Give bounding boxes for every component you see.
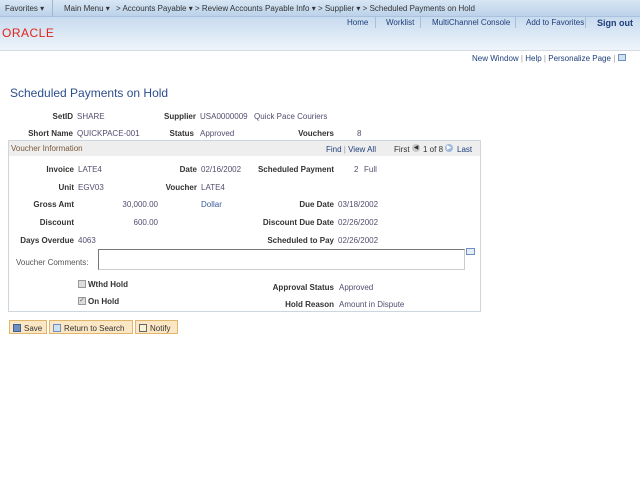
sign-out-link[interactable]: Sign out xyxy=(597,18,633,28)
supplier-label: Supplier xyxy=(163,112,196,121)
unit-label: Unit xyxy=(58,183,74,192)
setid-label: SetID xyxy=(52,112,73,121)
help-link[interactable]: Help xyxy=(525,54,541,63)
scheduled-to-pay-value: 02/26/2002 xyxy=(338,236,379,245)
divider xyxy=(52,0,53,17)
find-link[interactable]: Find xyxy=(326,145,342,154)
favorites-menu[interactable]: Favorites ▾ xyxy=(5,4,44,13)
setid-value: SHARE xyxy=(77,112,105,121)
first-link[interactable]: First xyxy=(394,145,410,154)
supplier-name: Quick Pace Couriers xyxy=(254,112,328,121)
status-label: Status xyxy=(169,129,194,138)
on-hold-checkbox[interactable]: ✓ xyxy=(78,297,86,305)
currency-value: Dollar xyxy=(201,200,222,209)
grid-nav: Find | View All xyxy=(326,145,376,154)
menu-bar: Favorites ▾ Main Menu ▾ > Accounts Payab… xyxy=(0,0,640,17)
crumb-accounts-payable[interactable]: Accounts Payable xyxy=(122,4,186,13)
personalize-page-link[interactable]: Personalize Page xyxy=(548,54,611,63)
approval-status-label: Approval Status xyxy=(272,283,334,292)
hold-reason-label: Hold Reason xyxy=(285,300,334,309)
main-menu[interactable]: Main Menu ▾ xyxy=(64,4,110,13)
voucher-value: LATE4 xyxy=(201,183,225,192)
scheduled-payment-type: Full xyxy=(364,165,377,174)
row-count: 1 of 8 xyxy=(423,145,444,154)
panel-title: Voucher Information xyxy=(11,144,83,153)
on-hold-label: On Hold xyxy=(88,297,120,306)
voucher-label: Voucher xyxy=(165,183,197,192)
invoice-label: Invoice xyxy=(46,165,74,174)
breadcrumb: > Accounts Payable ▾ > Review Accounts P… xyxy=(116,4,475,13)
scheduled-payment-label: Scheduled Payment xyxy=(257,165,334,174)
discount-value: 600.00 xyxy=(133,218,158,227)
next-icon[interactable]: ▶ xyxy=(445,144,453,152)
header: Home Worklist MultiChannel Console Add t… xyxy=(0,17,640,51)
discount-due-date-value: 02/26/2002 xyxy=(338,218,379,227)
status-value: Approved xyxy=(200,129,235,138)
date-value: 02/16/2002 xyxy=(201,165,242,174)
last-link[interactable]: Last xyxy=(457,145,472,154)
date-label: Date xyxy=(179,165,197,174)
voucher-comments-label: Voucher Comments: xyxy=(16,258,89,267)
view-all-link[interactable]: View All xyxy=(348,145,376,154)
expand-text-icon[interactable] xyxy=(466,248,475,255)
oracle-logo: ORACLE xyxy=(2,26,55,40)
invoice-value: LATE4 xyxy=(78,165,102,174)
crumb-review-ap[interactable]: Review Accounts Payable Info xyxy=(202,4,310,13)
crumb-supplier[interactable]: Supplier xyxy=(325,4,354,13)
short-name-value: QUICKPACE-001 xyxy=(77,129,140,138)
divider xyxy=(585,17,586,28)
return-to-search-button[interactable]: Return to Search xyxy=(49,320,133,334)
days-overdue-value: 4063 xyxy=(78,236,96,245)
notify-icon xyxy=(139,324,147,332)
unit-value: EGV03 xyxy=(78,183,104,192)
vouchers-value: 8 xyxy=(357,129,362,138)
crumb-current: Scheduled Payments on Hold xyxy=(369,4,475,13)
save-button[interactable]: Save xyxy=(9,320,47,334)
new-window-link[interactable]: New Window xyxy=(472,54,519,63)
gross-amt-value: 30,000.00 xyxy=(122,200,158,209)
divider xyxy=(375,17,376,28)
days-overdue-label: Days Overdue xyxy=(20,236,74,245)
short-name-label: Short Name xyxy=(28,129,73,138)
due-date-value: 03/18/2002 xyxy=(338,200,379,209)
vouchers-label: Vouchers xyxy=(298,129,334,138)
save-icon xyxy=(13,324,21,332)
scheduled-payment-value: 2 xyxy=(354,165,359,174)
withd-hold-checkbox[interactable] xyxy=(78,280,86,288)
multichannel-console-link[interactable]: MultiChannel Console xyxy=(432,18,510,27)
divider xyxy=(420,17,421,28)
gross-amt-label: Gross Amt xyxy=(33,200,74,209)
page-links: New Window | Help | Personalize Page | xyxy=(472,54,626,63)
supplier-id: USA0000009 xyxy=(200,112,248,121)
home-link[interactable]: Home xyxy=(347,18,368,27)
page-title: Scheduled Payments on Hold xyxy=(10,86,169,100)
discount-label: Discount xyxy=(39,218,74,227)
divider xyxy=(515,17,516,28)
return-to-search-icon xyxy=(53,324,61,332)
voucher-comments-input[interactable] xyxy=(98,249,465,270)
withd-hold-label: Wthd Hold xyxy=(88,280,128,289)
scheduled-to-pay-label: Scheduled to Pay xyxy=(267,236,334,245)
approval-status-value: Approved xyxy=(339,283,374,292)
add-to-favorites-link[interactable]: Add to Favorites xyxy=(526,18,584,27)
panel-header: Voucher Information Find | View All Firs… xyxy=(9,141,480,156)
discount-due-date-label: Discount Due Date xyxy=(262,218,334,227)
hold-reason-value: Amount in Dispute xyxy=(339,300,405,309)
notify-button[interactable]: Notify xyxy=(135,320,178,334)
worklist-link[interactable]: Worklist xyxy=(386,18,414,27)
page-layout-icon[interactable] xyxy=(617,54,626,61)
previous-icon[interactable]: ◀ xyxy=(412,144,420,152)
due-date-label: Due Date xyxy=(299,200,334,209)
